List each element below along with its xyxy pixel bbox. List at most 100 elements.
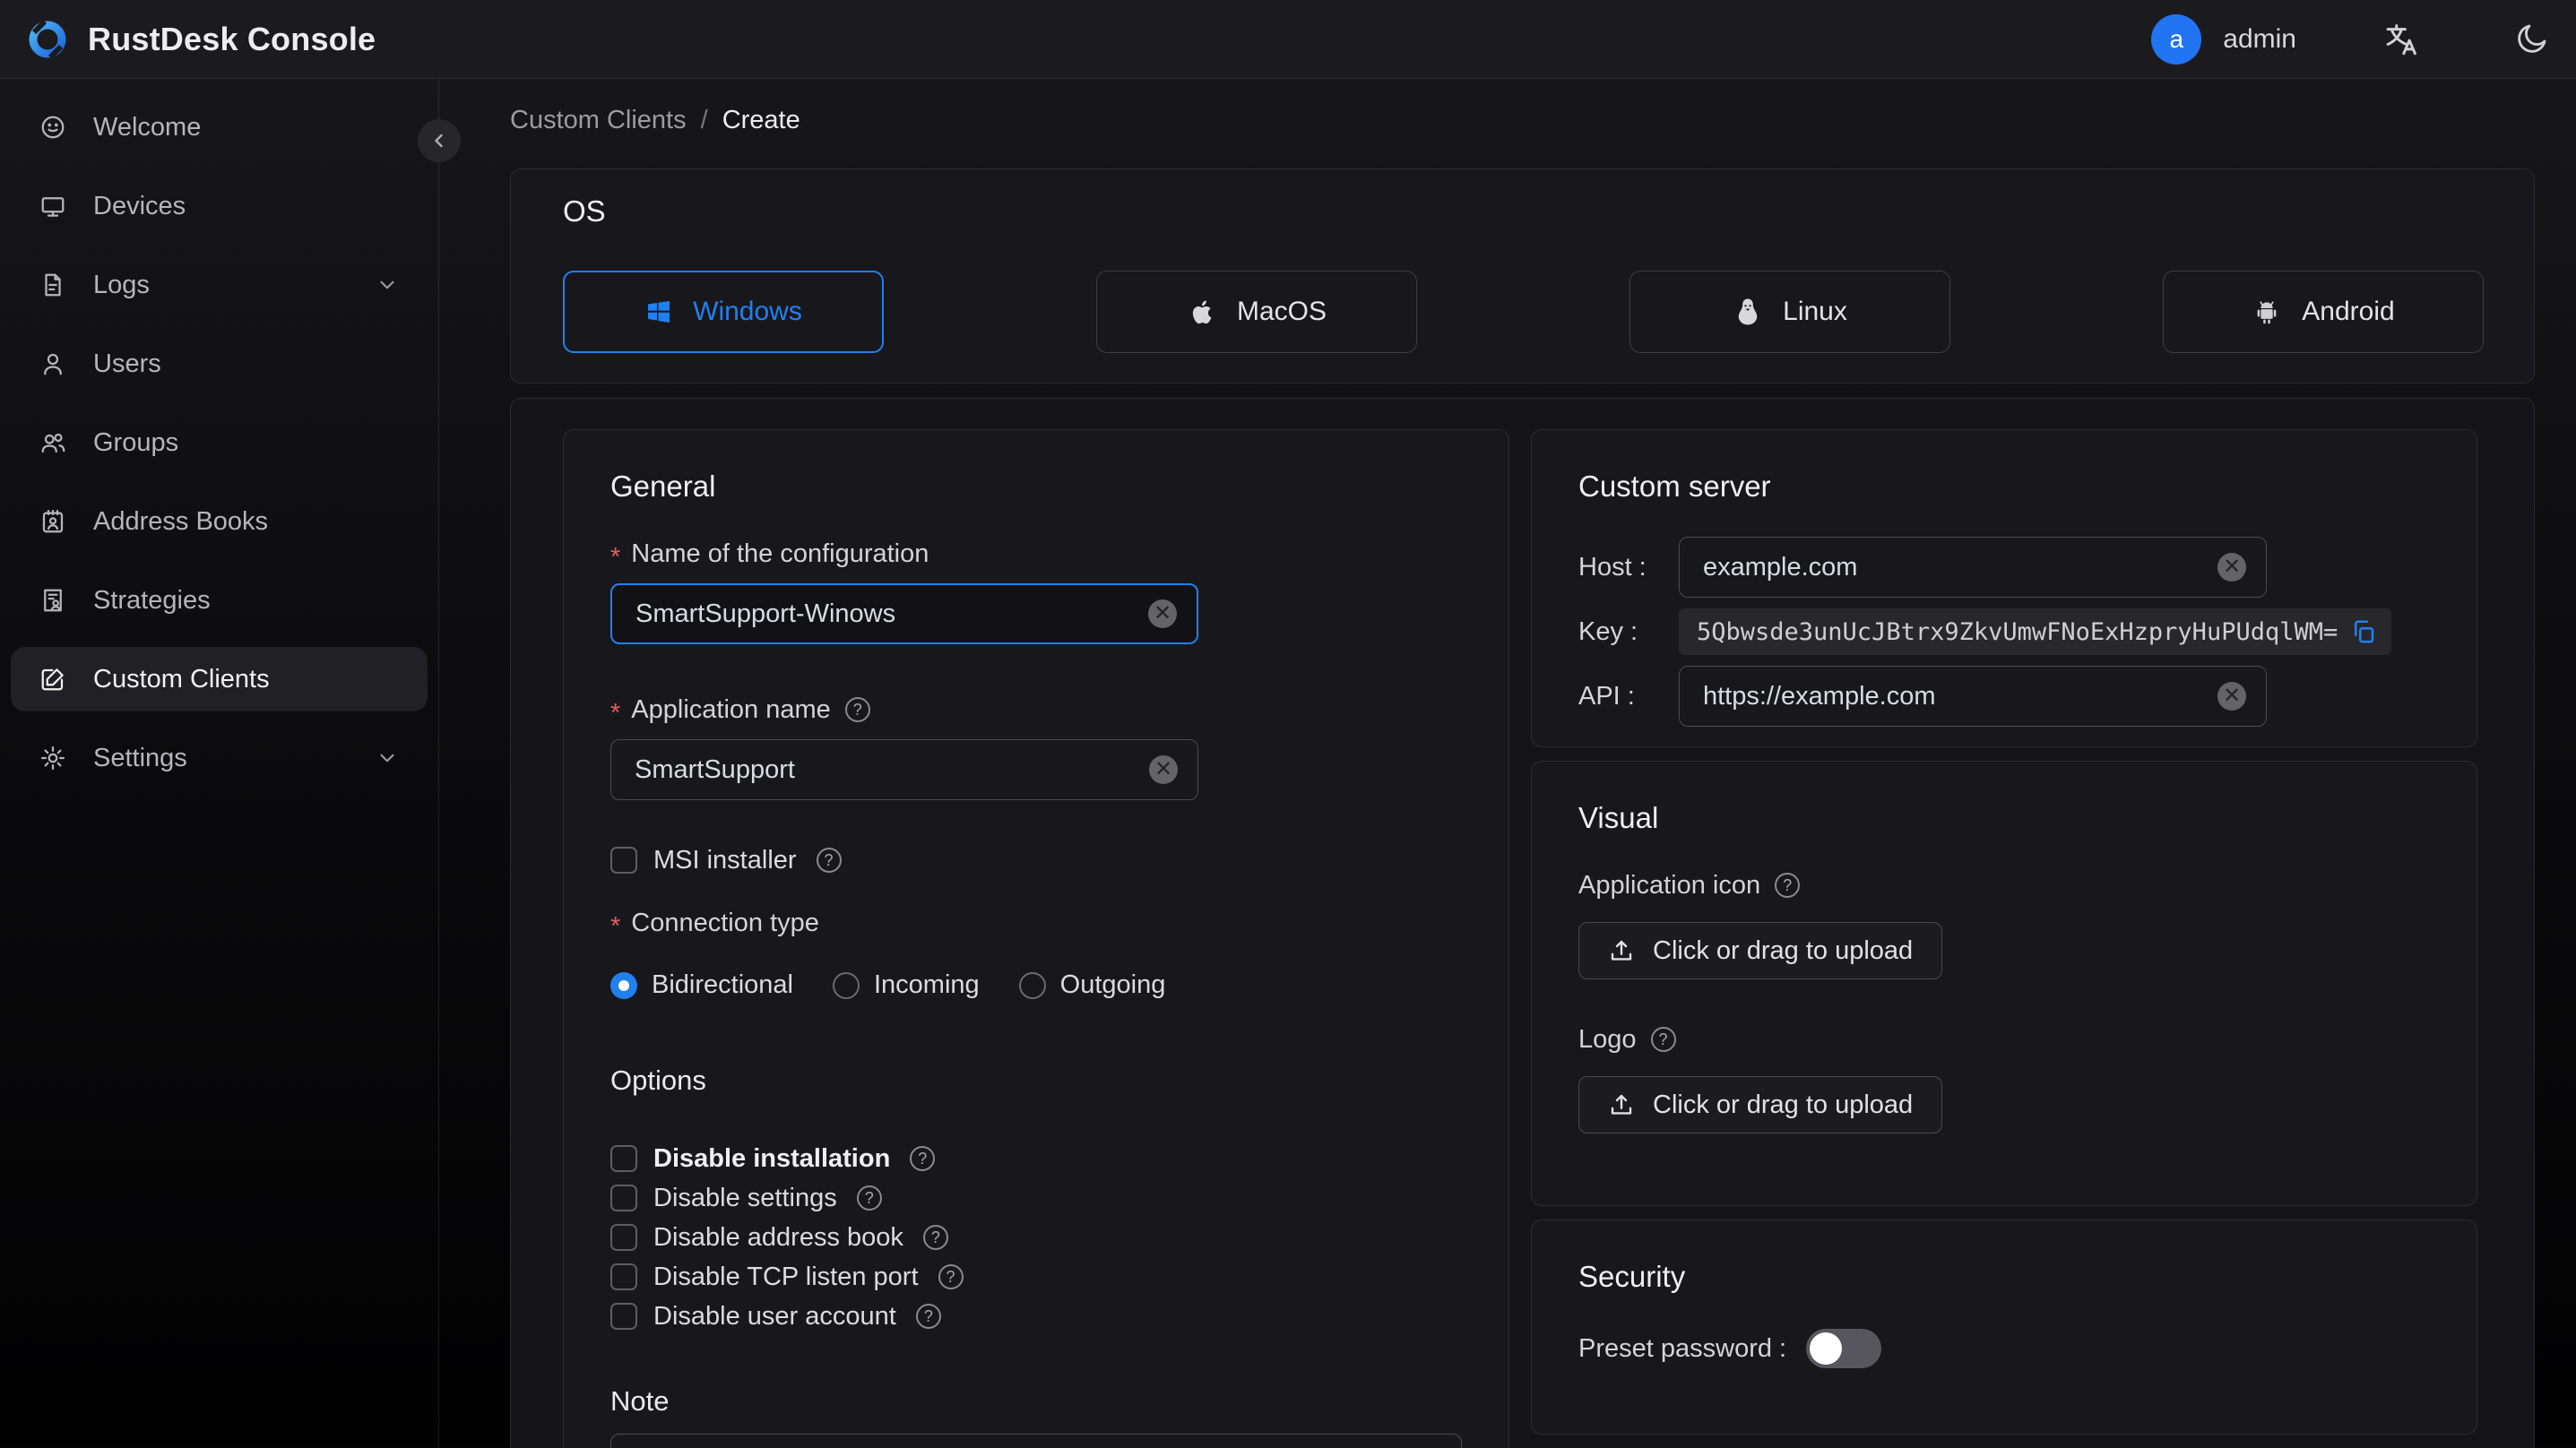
visual-title: Visual [1578,801,1659,834]
help-icon[interactable]: ? [910,1146,936,1171]
api-input[interactable]: ✕ [1679,666,2267,727]
avatar[interactable]: a [2151,13,2202,65]
help-icon[interactable]: ? [938,1264,964,1289]
app-title: RustDesk Console [88,20,376,57]
connection-type-radios: Bidirectional Incoming Outgoing [610,970,1462,1000]
breadcrumb-custom-clients[interactable]: Custom Clients [510,106,687,135]
help-icon[interactable]: ? [816,848,842,873]
chevron-left-icon [435,134,443,148]
general-card: General * Name of the configuration ✕ * … [563,429,1509,1448]
clear-icon[interactable]: ✕ [1149,755,1178,784]
sidebar-item-address-books[interactable]: Address Books [0,489,438,554]
file-text-icon [45,273,61,297]
sidebar-item-devices[interactable]: Devices [0,174,438,238]
disable-address-book-checkbox[interactable] [610,1224,637,1251]
help-icon[interactable]: ? [922,1225,948,1250]
help-icon[interactable]: ? [915,1304,941,1329]
username[interactable]: admin [2223,24,2296,55]
msi-installer-row: MSI installer ? [610,846,1462,875]
preset-password-toggle[interactable] [1806,1329,1882,1368]
app-name-label: * Application name ? [610,696,1462,727]
radio-bidirectional[interactable] [610,971,637,999]
sidebar-item-groups[interactable]: Groups [0,410,438,475]
upload-icon [1611,1094,1632,1115]
app-header: RustDesk Console a admin [0,0,2576,79]
disable-tcp-listen-port-checkbox[interactable] [610,1263,637,1290]
gear-icon [41,746,65,770]
android-icon [2257,301,2277,324]
radio-outgoing[interactable] [1018,971,1046,999]
note-textarea[interactable] [610,1434,1462,1448]
breadcrumb: Custom Clients / Create [510,106,2538,135]
apple-icon [1192,300,1212,324]
config-name-input-field[interactable] [635,599,1148,629]
sidebar-item-logs[interactable]: Logs [0,253,438,317]
form-wrapper-card: General * Name of the configuration ✕ * … [510,398,2535,1448]
clear-icon[interactable]: ✕ [2217,553,2246,582]
host-input[interactable]: ✕ [1679,537,2267,598]
clear-icon[interactable]: ✕ [1148,599,1177,628]
edit-square-icon [41,668,64,691]
os-section-title: OS [563,194,606,228]
monitor-icon [41,197,65,217]
os-option-android[interactable]: Android [2163,271,2484,353]
required-asterisk: * [610,699,621,728]
app-name-input-field[interactable] [635,754,1149,785]
config-name-input[interactable]: ✕ [610,583,1198,644]
copy-icon[interactable] [2350,618,2377,645]
option-disable-tcp-listen-port: Disable TCP listen port ? [610,1263,1462,1291]
sidebar-item-strategies[interactable]: Strategies [0,568,438,633]
disable-installation-checkbox[interactable] [610,1145,637,1172]
help-icon[interactable]: ? [1775,873,1801,898]
required-asterisk: * [610,543,621,572]
sidebar-collapse-button[interactable] [418,119,461,162]
windows-icon [648,301,670,323]
option-disable-settings: Disable settings ? [610,1184,1462,1212]
logo-upload-button[interactable]: Click or drag to upload [1578,1076,1943,1133]
required-asterisk: * [610,912,621,941]
application-icon-label: Application icon ? [1578,872,2430,899]
chevron-down-icon [380,280,394,289]
option-disable-user-account: Disable user account ? [610,1302,1462,1331]
help-icon[interactable]: ? [844,697,870,722]
disable-settings-checkbox[interactable] [610,1185,637,1211]
api-input-field[interactable] [1703,681,2217,711]
host-input-field[interactable] [1703,552,2217,582]
disable-user-account-checkbox[interactable] [610,1303,637,1330]
msi-installer-checkbox[interactable] [610,847,637,874]
users-icon [41,433,65,453]
os-option-linux[interactable]: Linux [1629,271,1950,353]
chevron-down-icon [380,754,394,763]
key-label: Key : [1578,616,1638,646]
application-icon-upload-button[interactable]: Click or drag to upload [1578,922,1943,979]
server-key-value: 5Qbwsde3unUcJBtrx9ZkvUmwFNoExHzpryHuPUdq… [1679,608,2392,655]
os-option-windows[interactable]: Windows [563,271,884,353]
rustdesk-logo-icon [29,19,66,59]
sidebar: Welcome Devices Logs Users Groups Addres… [0,79,439,1448]
sidebar-item-custom-clients[interactable]: Custom Clients [11,647,428,711]
address-book-icon [42,510,64,533]
help-icon[interactable]: ? [1650,1027,1676,1052]
sidebar-item-settings[interactable]: Settings [0,726,438,790]
dark-mode-icon[interactable] [2513,22,2549,57]
key-row: Key : 5Qbwsde3unUcJBtrx9ZkvUmwFNoExHzpry… [1578,608,2430,655]
preset-password-row: Preset password : [1578,1329,2430,1368]
main-content: Custom Clients / Create OS Windows MacOS [440,79,2576,1448]
api-label: API : [1578,681,1635,711]
option-disable-address-book: Disable address book ? [610,1223,1462,1252]
translate-icon[interactable] [2382,21,2420,58]
note-label: Note [610,1385,670,1417]
clear-icon[interactable]: ✕ [2217,682,2246,711]
api-row: API : ✕ [1578,666,2430,727]
app-name-input[interactable]: ✕ [610,739,1198,800]
os-option-macos[interactable]: MacOS [1096,271,1417,353]
help-icon[interactable]: ? [856,1185,882,1211]
custom-server-title: Custom server [1578,470,1771,503]
brand: RustDesk Console [27,19,376,60]
sidebar-item-welcome[interactable]: Welcome [0,95,438,159]
config-name-label: * Name of the configuration [610,539,929,572]
sidebar-item-users[interactable]: Users [0,332,438,396]
upload-icon [1611,940,1632,961]
radio-incoming[interactable] [832,971,860,999]
options-title: Options [610,1064,706,1096]
